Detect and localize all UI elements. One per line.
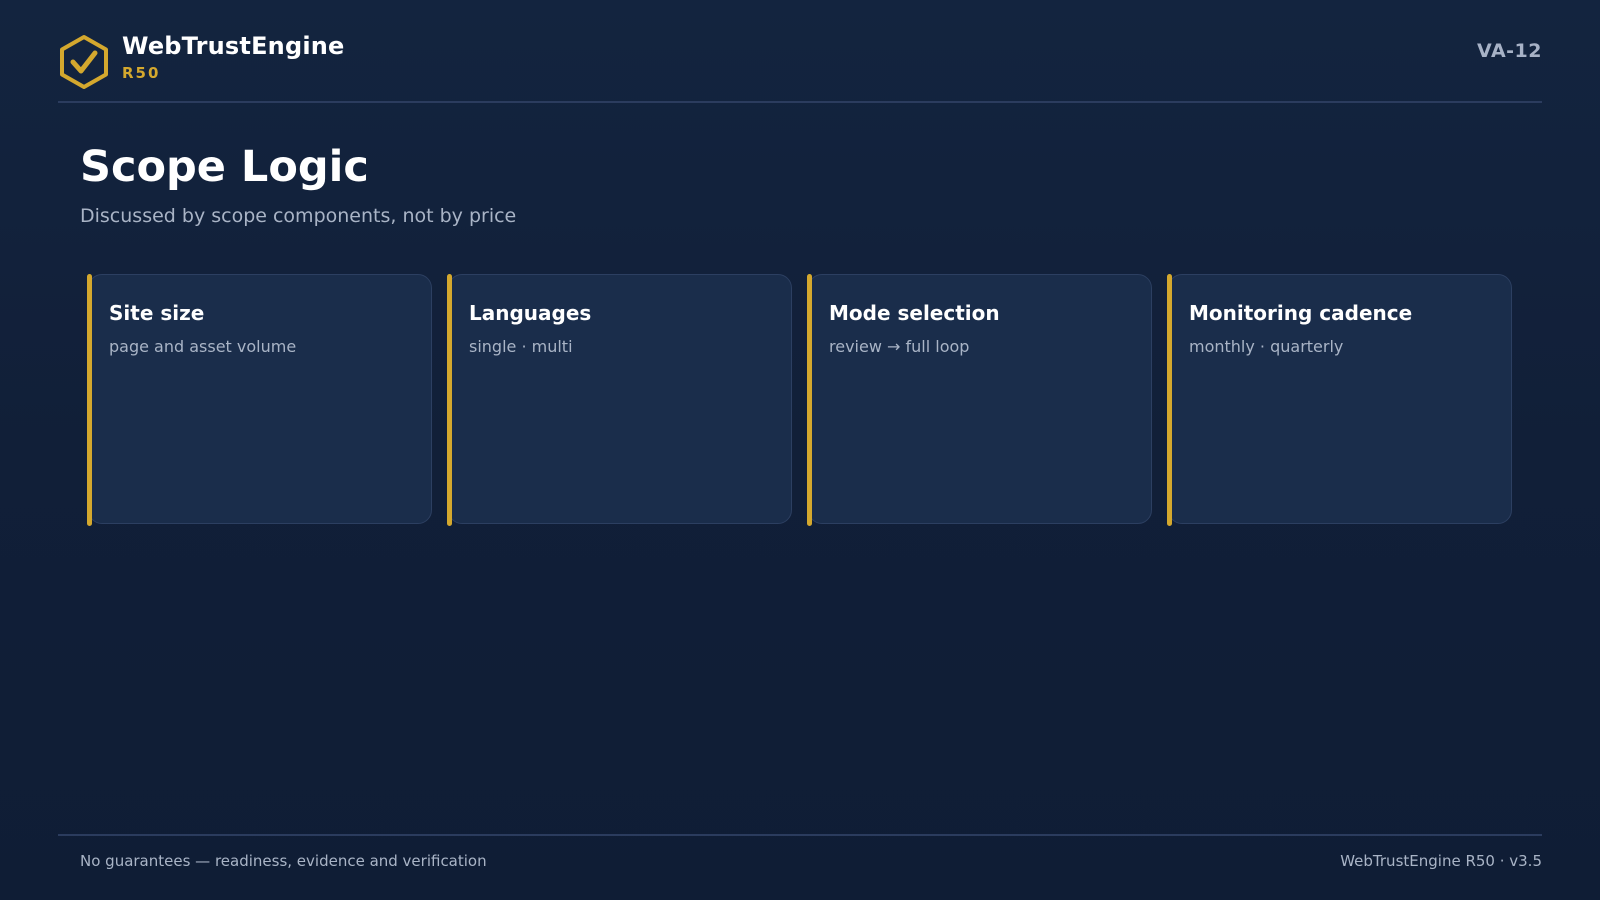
brand-release: R50 bbox=[122, 64, 161, 82]
card-description: review → full loop bbox=[829, 337, 970, 356]
slide-code: VA-12 bbox=[1477, 40, 1542, 62]
card-mode-selection: Mode selection review → full loop bbox=[807, 274, 1152, 526]
brand-name: WebTrustEngine bbox=[122, 32, 345, 60]
card-accent-bar bbox=[1167, 274, 1172, 526]
card-accent-bar bbox=[87, 274, 92, 526]
page-title: Scope Logic bbox=[80, 142, 369, 192]
footer-disclaimer: No guarantees — readiness, evidence and … bbox=[80, 852, 487, 870]
card-languages: Languages single · multi bbox=[447, 274, 792, 526]
card-accent-bar bbox=[807, 274, 812, 526]
page-subtitle: Discussed by scope components, not by pr… bbox=[80, 205, 517, 227]
card-description: page and asset volume bbox=[109, 337, 297, 356]
card-monitoring-cadence: Monitoring cadence monthly · quarterly bbox=[1167, 274, 1512, 526]
header-divider bbox=[58, 101, 1542, 103]
card-title: Languages bbox=[469, 301, 592, 325]
scope-cards: Site size page and asset volume Language… bbox=[87, 274, 1512, 526]
footer-divider bbox=[58, 834, 1542, 836]
card-accent-bar bbox=[447, 274, 452, 526]
card-description: single · multi bbox=[469, 337, 573, 356]
footer-version: WebTrustEngine R50 · v3.5 bbox=[1340, 852, 1542, 870]
card-title: Monitoring cadence bbox=[1189, 301, 1413, 325]
header: WebTrustEngine R50 VA-12 bbox=[58, 30, 1542, 100]
card-title: Mode selection bbox=[829, 301, 1000, 325]
card-title: Site size bbox=[109, 301, 205, 325]
card-site-size: Site size page and asset volume bbox=[87, 274, 432, 526]
hexagon-check-icon bbox=[58, 34, 110, 90]
card-description: monthly · quarterly bbox=[1189, 337, 1344, 356]
